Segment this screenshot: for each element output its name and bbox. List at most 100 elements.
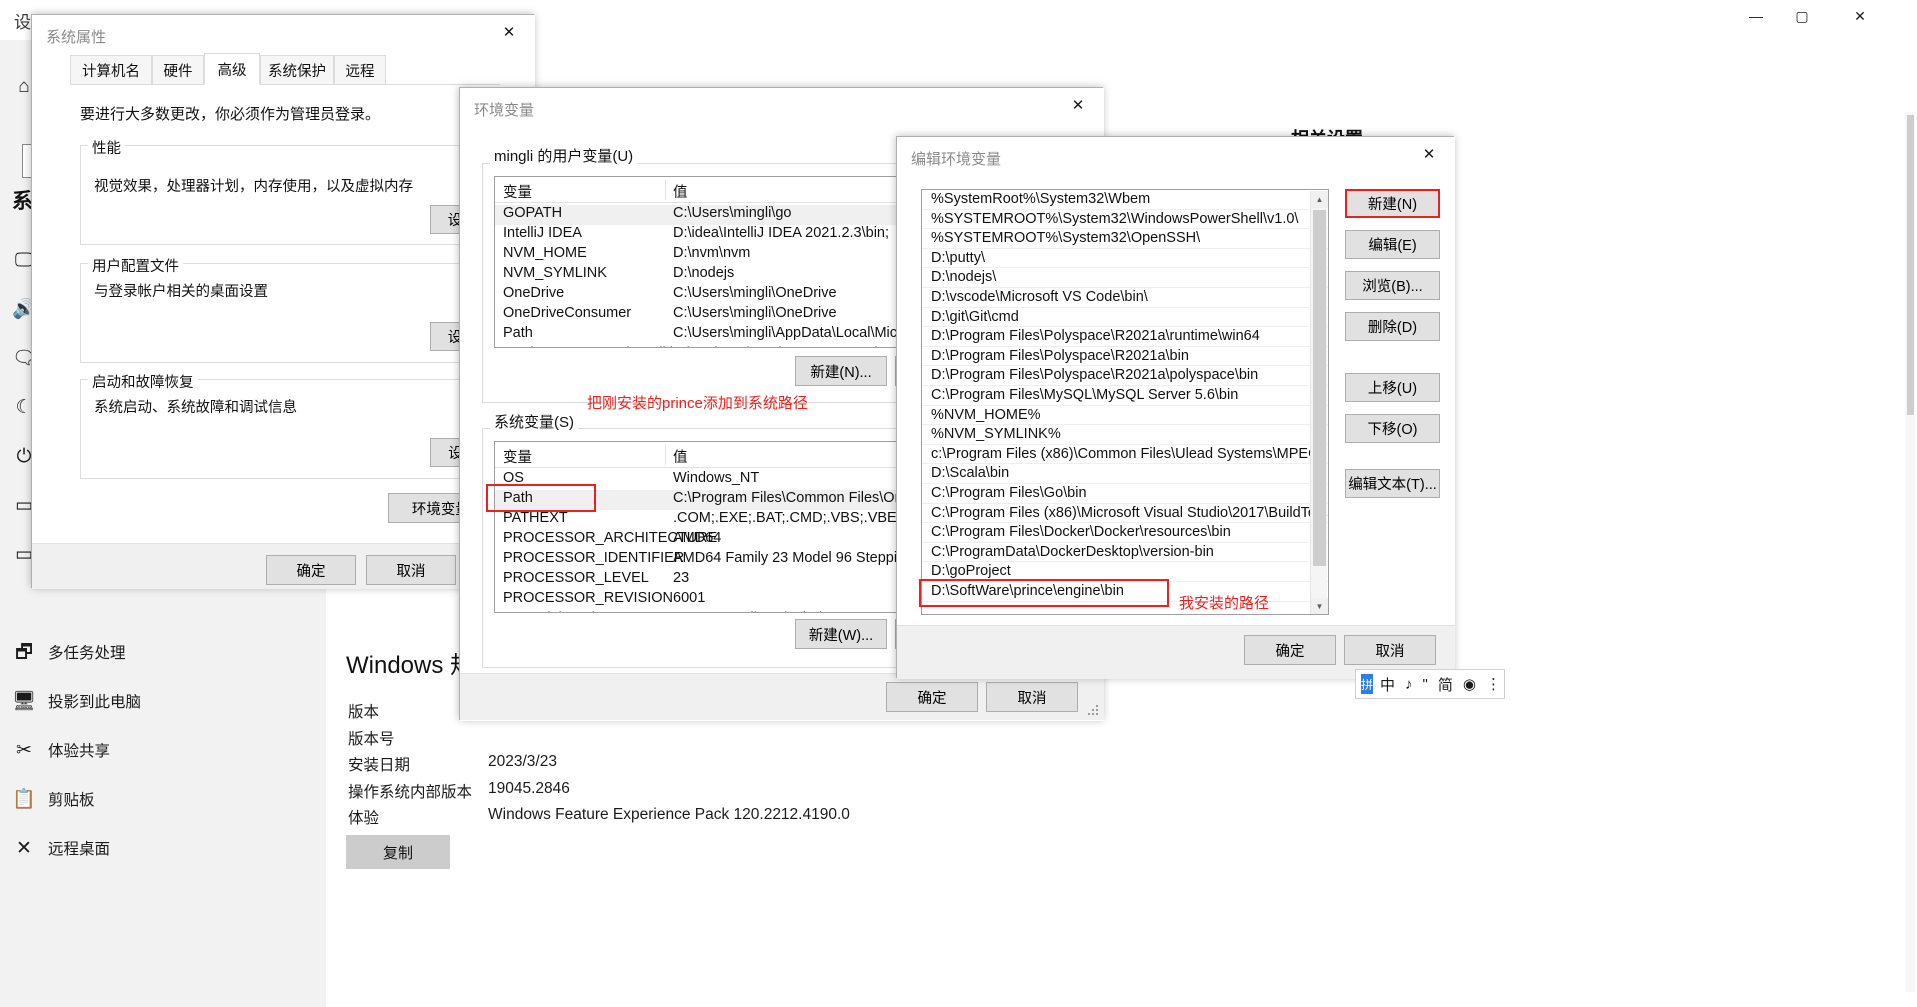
- move-down-button[interactable]: 下移(O): [1345, 414, 1440, 443]
- cell-variable: PROCESSOR_REVISION: [503, 590, 674, 606]
- scroll-up-icon[interactable]: ▲: [1311, 191, 1328, 208]
- annotation-add-prince-to-path: 把刚安装的prince添加到系统路径: [587, 395, 808, 412]
- spec-label-install-date: 安装日期: [348, 757, 411, 774]
- path-row-highlight: [486, 484, 596, 512]
- system-properties-ok-button[interactable]: 确定: [266, 555, 356, 585]
- list-item[interactable]: c:\Program Files (x86)\Common Files\Ulea…: [922, 445, 1328, 465]
- list-item[interactable]: D:\putty\: [922, 249, 1328, 269]
- tab-advanced[interactable]: 高级: [204, 53, 260, 85]
- cell-variable: GOPATH: [503, 205, 563, 221]
- column-separator[interactable]: [665, 180, 666, 200]
- sidebar-item-clipboard[interactable]: 📋 剪贴板: [0, 775, 326, 823]
- edit-env-cancel-button[interactable]: 取消: [1344, 635, 1436, 665]
- ime-punctuation-icon[interactable]: ": [1418, 676, 1433, 693]
- settings-scrollbar-thumb[interactable]: [1907, 115, 1914, 415]
- list-item[interactable]: %SystemRoot%\System32\Wbem: [922, 190, 1328, 210]
- list-item[interactable]: D:\Program Files\Polyspace\R2021a\runtim…: [922, 327, 1328, 347]
- minimize-button[interactable]: —: [1733, 0, 1779, 32]
- copy-button[interactable]: 复制: [346, 835, 450, 869]
- list-item[interactable]: D:\Program Files\Polyspace\R2021a\bin: [922, 347, 1328, 367]
- list-item-text: %SystemRoot%\System32\Wbem: [931, 191, 1151, 207]
- spec-label-edition: 版本: [348, 704, 380, 721]
- close-icon[interactable]: ✕: [486, 16, 532, 48]
- user-profiles-group-label: 用户配置文件: [88, 255, 183, 276]
- cell-variable: PyCharm Community Editio: [503, 345, 681, 347]
- ime-more-icon[interactable]: ⋮: [1481, 675, 1506, 693]
- sidebar-item-multitasking[interactable]: 🗗 多任务处理: [0, 628, 326, 676]
- list-item[interactable]: C:\Program Files\Docker\Docker\resources…: [922, 523, 1328, 543]
- list-item[interactable]: C:\Program Files\MySQL\MySQL Server 5.6\…: [922, 386, 1328, 406]
- move-up-button[interactable]: 上移(U): [1345, 373, 1440, 402]
- prince-path-highlight: [919, 579, 1169, 607]
- list-item[interactable]: C:\Program Files (x86)\Microsoft Visual …: [922, 504, 1328, 524]
- maximize-button[interactable]: ▢: [1779, 0, 1825, 32]
- list-item[interactable]: D:\git\Git\cmd: [922, 308, 1328, 328]
- edit-button[interactable]: 编辑(E): [1345, 230, 1440, 259]
- column-header-variable[interactable]: 变量: [503, 181, 532, 202]
- environment-variables-ok-button[interactable]: 确定: [886, 682, 978, 712]
- sidebar-item-label: 远程桌面: [48, 841, 111, 858]
- list-item[interactable]: D:\vscode\Microsoft VS Code\bin\: [922, 288, 1328, 308]
- column-header-value[interactable]: 值: [673, 446, 688, 467]
- spec-value-experience: Windows Feature Experience Pack 120.2212…: [488, 806, 850, 823]
- spec-value-os-build: 19045.2846: [488, 780, 570, 797]
- tab-remote[interactable]: 远程: [334, 55, 386, 85]
- column-header-variable[interactable]: 变量: [503, 446, 532, 467]
- sidebar-item-shared-experiences[interactable]: ✂ 体验共享: [0, 726, 326, 774]
- close-button[interactable]: ✕: [1837, 0, 1883, 32]
- list-item-text: D:\git\Git\cmd: [931, 308, 1019, 325]
- close-icon[interactable]: ✕: [1406, 138, 1452, 170]
- path-entries-list[interactable]: %SystemRoot%\System32\Wbem %SYSTEMROOT%\…: [921, 189, 1329, 615]
- delete-button[interactable]: 删除(D): [1345, 312, 1440, 341]
- ime-settings-icon[interactable]: ◉: [1458, 675, 1481, 693]
- user-profiles-group: [80, 263, 490, 363]
- scrollbar-thumb[interactable]: [1313, 210, 1326, 566]
- cell-variable: NVM_HOME: [503, 245, 587, 261]
- sidebar-item-label: 体验共享: [48, 743, 111, 760]
- tab-system-protection[interactable]: 系统保护: [260, 55, 334, 85]
- ime-chinese-mode[interactable]: 中: [1375, 674, 1400, 695]
- path-list-scrollbar[interactable]: ▲ ▼: [1310, 191, 1328, 614]
- list-item[interactable]: %NVM_HOME%: [922, 406, 1328, 426]
- user-new-button[interactable]: 新建(N)...: [795, 356, 887, 386]
- close-icon[interactable]: ✕: [1055, 89, 1101, 121]
- resize-grip[interactable]: [1086, 703, 1100, 717]
- ime-logo-icon[interactable]: 拼: [1361, 674, 1374, 694]
- cell-value: D:\idea\IntelliJ IDEA 2021.2.3\bin;: [673, 225, 890, 241]
- tab-hardware[interactable]: 硬件: [152, 55, 204, 85]
- sidebar-item-project[interactable]: 🖥 投影到此电脑: [0, 677, 326, 725]
- startup-recovery-desc: 系统启动、系统故障和调试信息: [94, 400, 297, 416]
- system-properties-cancel-button[interactable]: 取消: [366, 555, 456, 585]
- edit-environment-variable-title: 编辑环境变量: [911, 151, 1002, 168]
- admin-note: 要进行大多数更改，你必须作为管理员登录。: [80, 106, 381, 123]
- list-item[interactable]: C:\ProgramData\DockerDesktop\version-bin: [922, 543, 1328, 563]
- tab-computer-name[interactable]: 计算机名: [70, 55, 152, 85]
- list-item[interactable]: %NVM_SYMLINK%: [922, 425, 1328, 445]
- sidebar-item-label: 投影到此电脑: [48, 694, 142, 711]
- column-separator[interactable]: [665, 445, 666, 465]
- remote-desktop-icon: ✕: [16, 837, 32, 859]
- scroll-down-icon[interactable]: ▼: [1311, 598, 1328, 614]
- cell-value: C:\Users\mingli\AppData\Local\Micros: [673, 325, 918, 341]
- list-item[interactable]: D:\nodejs\: [922, 268, 1328, 288]
- ime-sound-icon[interactable]: ♪: [1400, 676, 1418, 693]
- sidebar-item-label: 多任务处理: [48, 645, 126, 662]
- ime-toolbar[interactable]: 拼 中 ♪ " 简 ◉ ⋮: [1355, 669, 1505, 699]
- list-item[interactable]: D:\Program Files\Polyspace\R2021a\polysp…: [922, 366, 1328, 386]
- browse-button[interactable]: 浏览(B)...: [1345, 271, 1440, 300]
- system-new-button[interactable]: 新建(W)...: [795, 619, 887, 649]
- list-item[interactable]: %SYSTEMROOT%\System32\WindowsPowerShell\…: [922, 210, 1328, 230]
- column-header-value[interactable]: 值: [673, 181, 688, 202]
- environment-variables-cancel-button[interactable]: 取消: [986, 682, 1078, 712]
- list-item-text: C:\Program Files\Docker\Docker\resources…: [931, 524, 1231, 541]
- edit-env-ok-button[interactable]: 确定: [1244, 635, 1336, 665]
- sidebar-item-remote-desktop[interactable]: ✕ 远程桌面: [0, 824, 326, 872]
- cell-value: C:\Users\mingli\OneDrive: [673, 285, 837, 301]
- edit-text-button[interactable]: 编辑文本(T)...: [1345, 469, 1440, 498]
- ime-simplified-mode[interactable]: 简: [1433, 674, 1458, 695]
- list-item[interactable]: C:\Program Files\Go\bin: [922, 484, 1328, 504]
- cell-variable: PATHEXT: [503, 510, 568, 526]
- list-item[interactable]: %SYSTEMROOT%\System32\OpenSSH\: [922, 229, 1328, 249]
- new-button[interactable]: 新建(N): [1345, 189, 1440, 218]
- list-item[interactable]: D:\Scala\bin: [922, 464, 1328, 484]
